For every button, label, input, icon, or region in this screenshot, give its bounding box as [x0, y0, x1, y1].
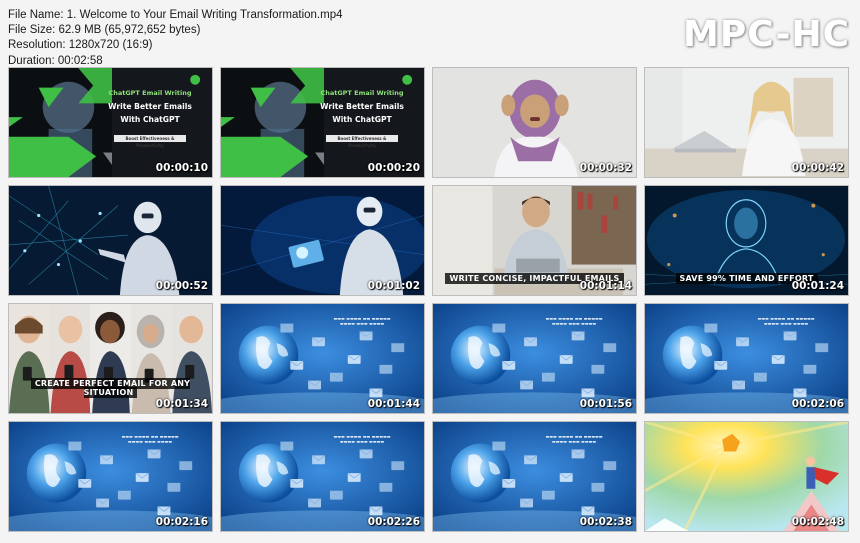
video-thumbnail: 00:00:42 [644, 67, 849, 178]
resolution-line: Resolution: 1280x720 (16:9) [8, 39, 153, 52]
file-name-line: File Name: 1. Welcome to Your Email Writ… [8, 9, 343, 21]
slide-headline-2: With ChatGPT [120, 115, 180, 124]
video-thumbnail: ▬▬▬ ▬▬▬▬ ▬▬ ▬▬▬▬▬ ▬▬▬▬ ▬▬▬ ▬▬▬▬ 00:02:38 [432, 421, 637, 532]
timestamp-label: 00:00:32 [579, 162, 632, 174]
slide-headline-1: Write Better Emails [320, 102, 404, 111]
thumbnail-grid: ChatGPT Email Writing Write Better Email… [8, 67, 849, 532]
video-thumbnail: 00:02:48 [644, 421, 849, 532]
slide-pill: Boost Effectiveness & Productivity [114, 135, 186, 148]
slide-kicker: ChatGPT Email Writing [320, 89, 404, 97]
timestamp-label: 00:01:02 [367, 280, 420, 292]
video-thumbnail: 00:00:52 [8, 185, 213, 296]
timestamp-label: 00:01:56 [579, 398, 632, 410]
file-info: File Name: 1. Welcome to Your Email Writ… [8, 8, 342, 69]
video-thumbnail: ChatGPT Email Writing Write Better Email… [220, 67, 425, 178]
video-thumbnail: 00:01:02 [220, 185, 425, 296]
timestamp-label: 00:02:26 [367, 516, 420, 528]
timestamp-label: 00:00:20 [367, 162, 420, 174]
slide-kicker: ChatGPT Email Writing [108, 89, 192, 97]
video-thumbnail: ▬▬▬ ▬▬▬▬ ▬▬ ▬▬▬▬▬ ▬▬▬▬ ▬▬▬ ▬▬▬▬ 00:02:06 [644, 303, 849, 414]
video-thumbnail: SAVE 99% TIME AND EFFORT 00:01:24 [644, 185, 849, 296]
video-thumbnail: ChatGPT Email Writing Write Better Email… [8, 67, 213, 178]
video-thumbnail: ▬▬▬ ▬▬▬▬ ▬▬ ▬▬▬▬▬ ▬▬▬▬ ▬▬▬ ▬▬▬▬ 00:02:26 [220, 421, 425, 532]
timestamp-label: 00:01:34 [155, 398, 208, 410]
slide-microtext: ▬▬▬ ▬▬▬▬ ▬▬ ▬▬▬▬▬ ▬▬▬▬ ▬▬▬ ▬▬▬▬ [333, 434, 391, 444]
file-size-line: File Size: 62.9 MB (65,972,652 bytes) [8, 24, 201, 37]
slide-microtext: ▬▬▬ ▬▬▬▬ ▬▬ ▬▬▬▬▬ ▬▬▬▬ ▬▬▬ ▬▬▬▬ [333, 316, 391, 326]
timestamp-label: 00:00:42 [791, 162, 844, 174]
slide-headline-1: Write Better Emails [108, 102, 192, 111]
timestamp-label: 00:00:52 [155, 280, 208, 292]
thumbnail-caption: CREATE PERFECT EMAIL FOR ANY SITUATION [9, 378, 212, 398]
slide-microtext: ▬▬▬ ▬▬▬▬ ▬▬ ▬▬▬▬▬ ▬▬▬▬ ▬▬▬ ▬▬▬▬ [757, 316, 815, 326]
slide-title: ChatGPT Email Writing Write Better Email… [314, 88, 410, 148]
timestamp-label: 00:02:48 [791, 516, 844, 528]
slide-microtext: ▬▬▬ ▬▬▬▬ ▬▬ ▬▬▬▬▬ ▬▬▬▬ ▬▬▬ ▬▬▬▬ [121, 434, 179, 444]
slide-headline-2: With ChatGPT [332, 115, 392, 124]
video-thumbnail: ▬▬▬ ▬▬▬▬ ▬▬ ▬▬▬▬▬ ▬▬▬▬ ▬▬▬ ▬▬▬▬ 00:01:56 [432, 303, 637, 414]
timestamp-label: 00:01:14 [579, 280, 632, 292]
slide-microtext: ▬▬▬ ▬▬▬▬ ▬▬ ▬▬▬▬▬ ▬▬▬▬ ▬▬▬ ▬▬▬▬ [545, 434, 603, 444]
slide-pill: Boost Effectiveness & Productivity [326, 135, 398, 148]
slide-title: ChatGPT Email Writing Write Better Email… [102, 88, 198, 148]
video-thumbnail: WRITE CONCISE, IMPACTFUL EMAILS 00:01:14 [432, 185, 637, 296]
timestamp-label: 00:02:16 [155, 516, 208, 528]
timestamp-label: 00:00:10 [155, 162, 208, 174]
mpc-hc-logo: MPC-HC [683, 14, 850, 55]
timestamp-label: 00:02:06 [791, 398, 844, 410]
video-thumbnail: 00:00:32 [432, 67, 637, 178]
video-thumbnail: ▬▬▬ ▬▬▬▬ ▬▬ ▬▬▬▬▬ ▬▬▬▬ ▬▬▬ ▬▬▬▬ 00:01:44 [220, 303, 425, 414]
video-thumbnail: ▬▬▬ ▬▬▬▬ ▬▬ ▬▬▬▬▬ ▬▬▬▬ ▬▬▬ ▬▬▬▬ 00:02:16 [8, 421, 213, 532]
slide-microtext: ▬▬▬ ▬▬▬▬ ▬▬ ▬▬▬▬▬ ▬▬▬▬ ▬▬▬ ▬▬▬▬ [545, 316, 603, 326]
timestamp-label: 00:01:24 [791, 280, 844, 292]
timestamp-label: 00:02:38 [579, 516, 632, 528]
timestamp-label: 00:01:44 [367, 398, 420, 410]
video-thumbnail: CREATE PERFECT EMAIL FOR ANY SITUATION 00… [8, 303, 213, 414]
